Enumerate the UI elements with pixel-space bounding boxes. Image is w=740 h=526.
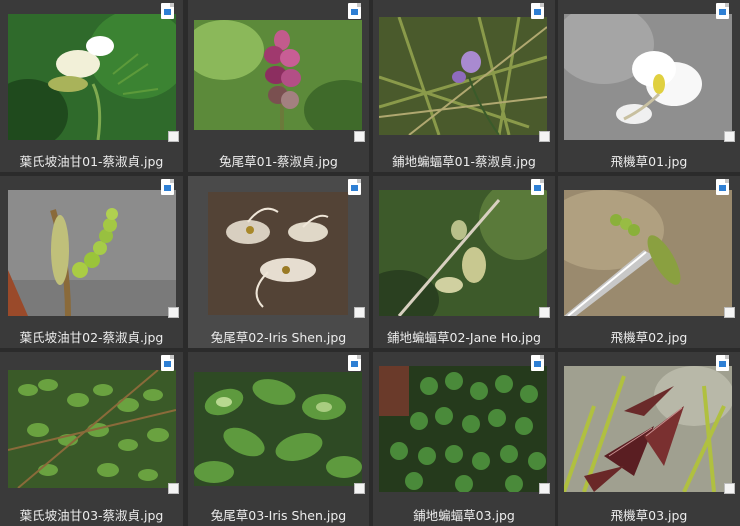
checkbox-icon[interactable] (168, 307, 179, 318)
image-file-icon (716, 355, 729, 371)
image-file-icon (716, 179, 729, 195)
file-tile[interactable]: 兔尾草02-Iris Shen.jpg (188, 176, 369, 348)
file-name: 兔尾草03-Iris Shen.jpg (210, 508, 347, 523)
file-name: 兔尾草02-Iris Shen.jpg (210, 330, 347, 345)
thumbnail (379, 366, 547, 492)
file-tile[interactable]: 飛機草03.jpg (558, 352, 740, 526)
image-file-icon (161, 355, 174, 371)
checkbox-icon[interactable] (539, 483, 550, 494)
checkbox-icon[interactable] (724, 307, 735, 318)
checkbox-icon[interactable] (354, 483, 365, 494)
file-tile[interactable]: 飛機草01.jpg (558, 0, 740, 172)
image-file-icon (531, 179, 544, 195)
file-tile[interactable]: 兔尾草01-蔡淑貞.jpg (188, 0, 369, 172)
thumbnail (8, 14, 176, 140)
checkbox-icon[interactable] (168, 483, 179, 494)
file-name: 飛機草01.jpg (610, 154, 688, 169)
thumbnail-grid: 葉氏坡油甘01-蔡淑貞.jpg 兔尾草01-蔡淑貞.jpg 鋪地蝙蝠草01-蔡淑… (0, 0, 740, 526)
image-file-icon (161, 179, 174, 195)
file-name: 葉氏坡油甘01-蔡淑貞.jpg (19, 154, 164, 169)
checkbox-icon[interactable] (539, 131, 550, 142)
image-file-icon (348, 355, 361, 371)
file-name: 飛機草02.jpg (610, 330, 688, 345)
file-tile[interactable]: 飛機草02.jpg (558, 176, 740, 348)
image-file-icon (348, 179, 361, 195)
thumbnail (194, 372, 362, 486)
file-tile[interactable]: 葉氏坡油甘02-蔡淑貞.jpg (0, 176, 183, 348)
thumbnail (564, 190, 732, 316)
file-name: 兔尾草01-蔡淑貞.jpg (219, 154, 338, 169)
thumbnail (564, 14, 732, 140)
image-file-icon (531, 3, 544, 19)
file-name: 葉氏坡油甘02-蔡淑貞.jpg (19, 330, 164, 345)
checkbox-icon[interactable] (539, 307, 550, 318)
file-name: 鋪地蝙蝠草02-Jane Ho.jpg (387, 330, 541, 345)
thumbnail (379, 190, 547, 316)
checkbox-icon[interactable] (724, 131, 735, 142)
thumbnail (564, 366, 732, 492)
checkbox-icon[interactable] (168, 131, 179, 142)
checkbox-icon[interactable] (354, 307, 365, 318)
thumbnail (194, 20, 362, 130)
file-tile[interactable]: 葉氏坡油甘01-蔡淑貞.jpg (0, 0, 183, 172)
file-tile[interactable]: 鋪地蝙蝠草02-Jane Ho.jpg (373, 176, 555, 348)
thumbnail (208, 192, 348, 315)
file-tile[interactable]: 兔尾草03-Iris Shen.jpg (188, 352, 369, 526)
checkbox-icon[interactable] (724, 483, 735, 494)
thumbnail (8, 190, 176, 316)
file-tile[interactable]: 鋪地蝙蝠草01-蔡淑貞.jpg (373, 0, 555, 172)
checkbox-icon[interactable] (354, 131, 365, 142)
image-file-icon (531, 355, 544, 371)
thumbnail (8, 370, 176, 488)
file-tile[interactable]: 葉氏坡油甘03-蔡淑貞.jpg (0, 352, 183, 526)
file-name: 鋪地蝙蝠草03.jpg (413, 508, 515, 523)
file-name: 鋪地蝙蝠草01-蔡淑貞.jpg (392, 154, 536, 169)
file-name: 飛機草03.jpg (610, 508, 688, 523)
file-tile[interactable]: 鋪地蝙蝠草03.jpg (373, 352, 555, 526)
image-file-icon (161, 3, 174, 19)
thumbnail (379, 17, 547, 135)
file-name: 葉氏坡油甘03-蔡淑貞.jpg (19, 508, 164, 523)
image-file-icon (716, 3, 729, 19)
image-file-icon (348, 3, 361, 19)
